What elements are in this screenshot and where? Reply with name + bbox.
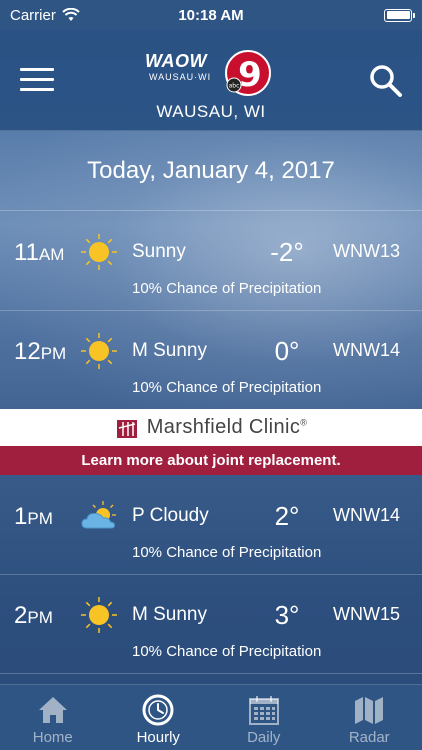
hour-row[interactable]: 11AM Sunny -2° WNW13 10% Chance of Preci… (0, 212, 422, 311)
marshfield-clinic-logo-icon (116, 419, 137, 438)
hour-precipitation: 10% Chance of Precipitation (132, 280, 322, 297)
logo-text: WAOW (145, 51, 207, 71)
hour-row[interactable]: 2PM M Sunny 3° WNW15 10% Chance of Preci… (0, 575, 422, 674)
channel-9-badge-icon: 9 abc (225, 50, 271, 96)
map-icon (355, 697, 384, 724)
svg-text:9: 9 (238, 55, 262, 95)
tab-home[interactable]: Home (0, 685, 106, 750)
sun-icon (81, 597, 117, 633)
clock-icon (142, 694, 174, 726)
ad-brand: Marshfield Clinic® (146, 416, 308, 438)
hour-precipitation: 10% Chance of Precipitation (132, 379, 322, 396)
date-header: Today, January 4, 2017 (0, 131, 422, 211)
battery-icon (384, 8, 415, 22)
svg-text:abc: abc (229, 83, 240, 90)
wifi-icon (62, 8, 80, 21)
calendar-icon (248, 696, 279, 725)
hour-time: 12PM (14, 338, 67, 365)
menu-icon (20, 68, 54, 71)
hour-wind: WNW14 (333, 340, 400, 360)
hour-temperature: 3° (274, 600, 300, 630)
tab-label: Hourly (136, 729, 180, 746)
hour-condition: Sunny (132, 241, 186, 262)
hour-wind: WNW15 (333, 604, 400, 624)
hour-condition: M Sunny (132, 340, 207, 361)
tab-label: Radar (348, 729, 390, 746)
hour-precipitation: 10% Chance of Precipitation (132, 544, 322, 561)
hour-precipitation: 10% Chance of Precipitation (132, 643, 322, 660)
hour-row[interactable]: 12PM M Sunny 0° WNW14 10% Chance of Prec… (0, 311, 422, 410)
hour-time: 1PM (14, 503, 53, 530)
tab-radar[interactable]: Radar (317, 685, 422, 750)
station-logo: WAOW WAUSAU·WI 9 abc (145, 48, 280, 98)
tab-hourly[interactable]: Hourly (106, 685, 212, 750)
hour-time: 11AM (14, 239, 65, 266)
tab-daily[interactable]: Daily (211, 685, 317, 750)
app-header: WAOW WAUSAU·WI 9 abc WAUSAU, WI (0, 30, 422, 131)
hour-wind: WNW14 (333, 505, 400, 525)
hour-wind: WNW13 (333, 241, 400, 261)
tab-label: Home (32, 729, 73, 746)
hour-temperature: 0° (274, 336, 300, 366)
logo-subtitle: WAUSAU·WI (149, 72, 212, 82)
sun-icon (81, 234, 117, 270)
carrier-label: Carrier (10, 6, 56, 24)
hour-temperature: -2° (270, 237, 304, 267)
ad-tagline: Learn more about joint replacement. (0, 446, 422, 475)
hour-temperature: 2° (274, 501, 300, 531)
marshfield-clinic-ad[interactable]: Marshfield Clinic® Learn more about join… (0, 409, 422, 475)
search-icon (370, 65, 402, 97)
date-label: Today, January 4, 2017 (87, 156, 335, 184)
tab-label: Daily (247, 729, 281, 746)
tab-bar: Home Hourly Daily Radar (0, 684, 422, 750)
hour-row[interactable]: 1PM P Cloudy 2° WNW14 10% Chance of Prec… (0, 476, 422, 575)
status-bar: Carrier 10:18 AM (0, 0, 422, 30)
home-icon (38, 697, 67, 723)
hour-condition: P Cloudy (132, 505, 209, 526)
menu-button[interactable] (20, 68, 54, 94)
sun-icon (81, 333, 117, 369)
hour-condition: M Sunny (132, 604, 207, 625)
ad-brand-row: Marshfield Clinic® (0, 409, 422, 446)
partly-cloudy-icon (81, 501, 116, 529)
search-button[interactable] (368, 63, 404, 99)
location-label: WAUSAU, WI (156, 102, 266, 121)
hour-time: 2PM (14, 602, 53, 629)
